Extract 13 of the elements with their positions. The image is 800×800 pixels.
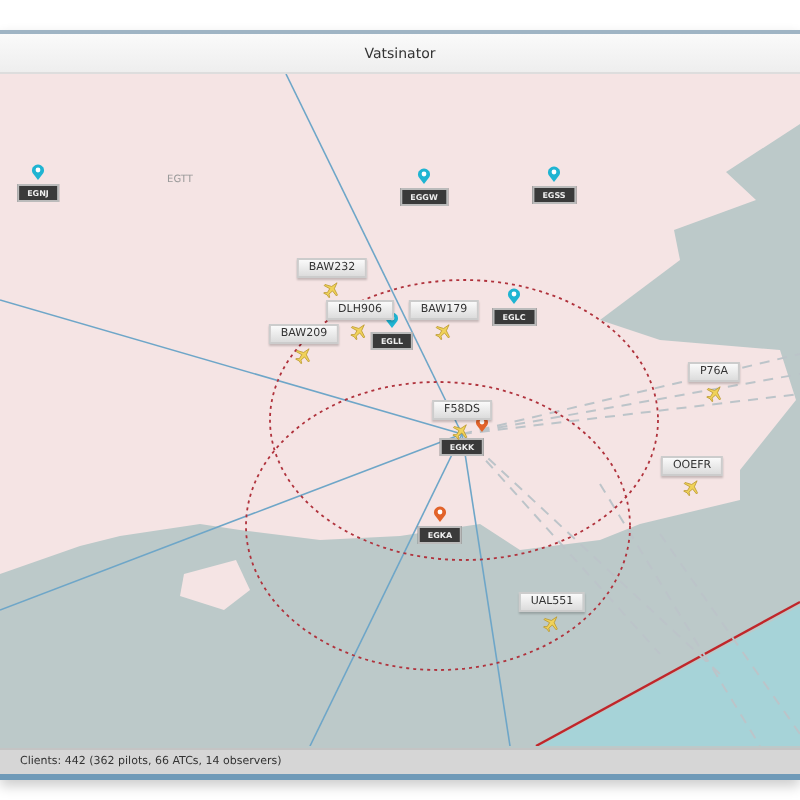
airplane-icon[interactable] [351, 322, 369, 340]
airplane-icon[interactable] [295, 346, 313, 364]
airplane-icon[interactable] [453, 422, 471, 440]
airport-marker-icon[interactable] [417, 168, 431, 184]
airplane-icon[interactable] [323, 280, 341, 298]
airplane-icon[interactable] [705, 384, 723, 402]
airport-marker-icon[interactable] [547, 166, 561, 182]
airplane-icon[interactable] [543, 614, 561, 632]
airport-marker-icon[interactable] [507, 288, 521, 304]
airport-marker-icon[interactable] [433, 506, 447, 522]
airplane-icon[interactable] [435, 322, 453, 340]
airport-marker-icon[interactable] [31, 164, 45, 180]
airplane-icon[interactable] [683, 478, 701, 496]
